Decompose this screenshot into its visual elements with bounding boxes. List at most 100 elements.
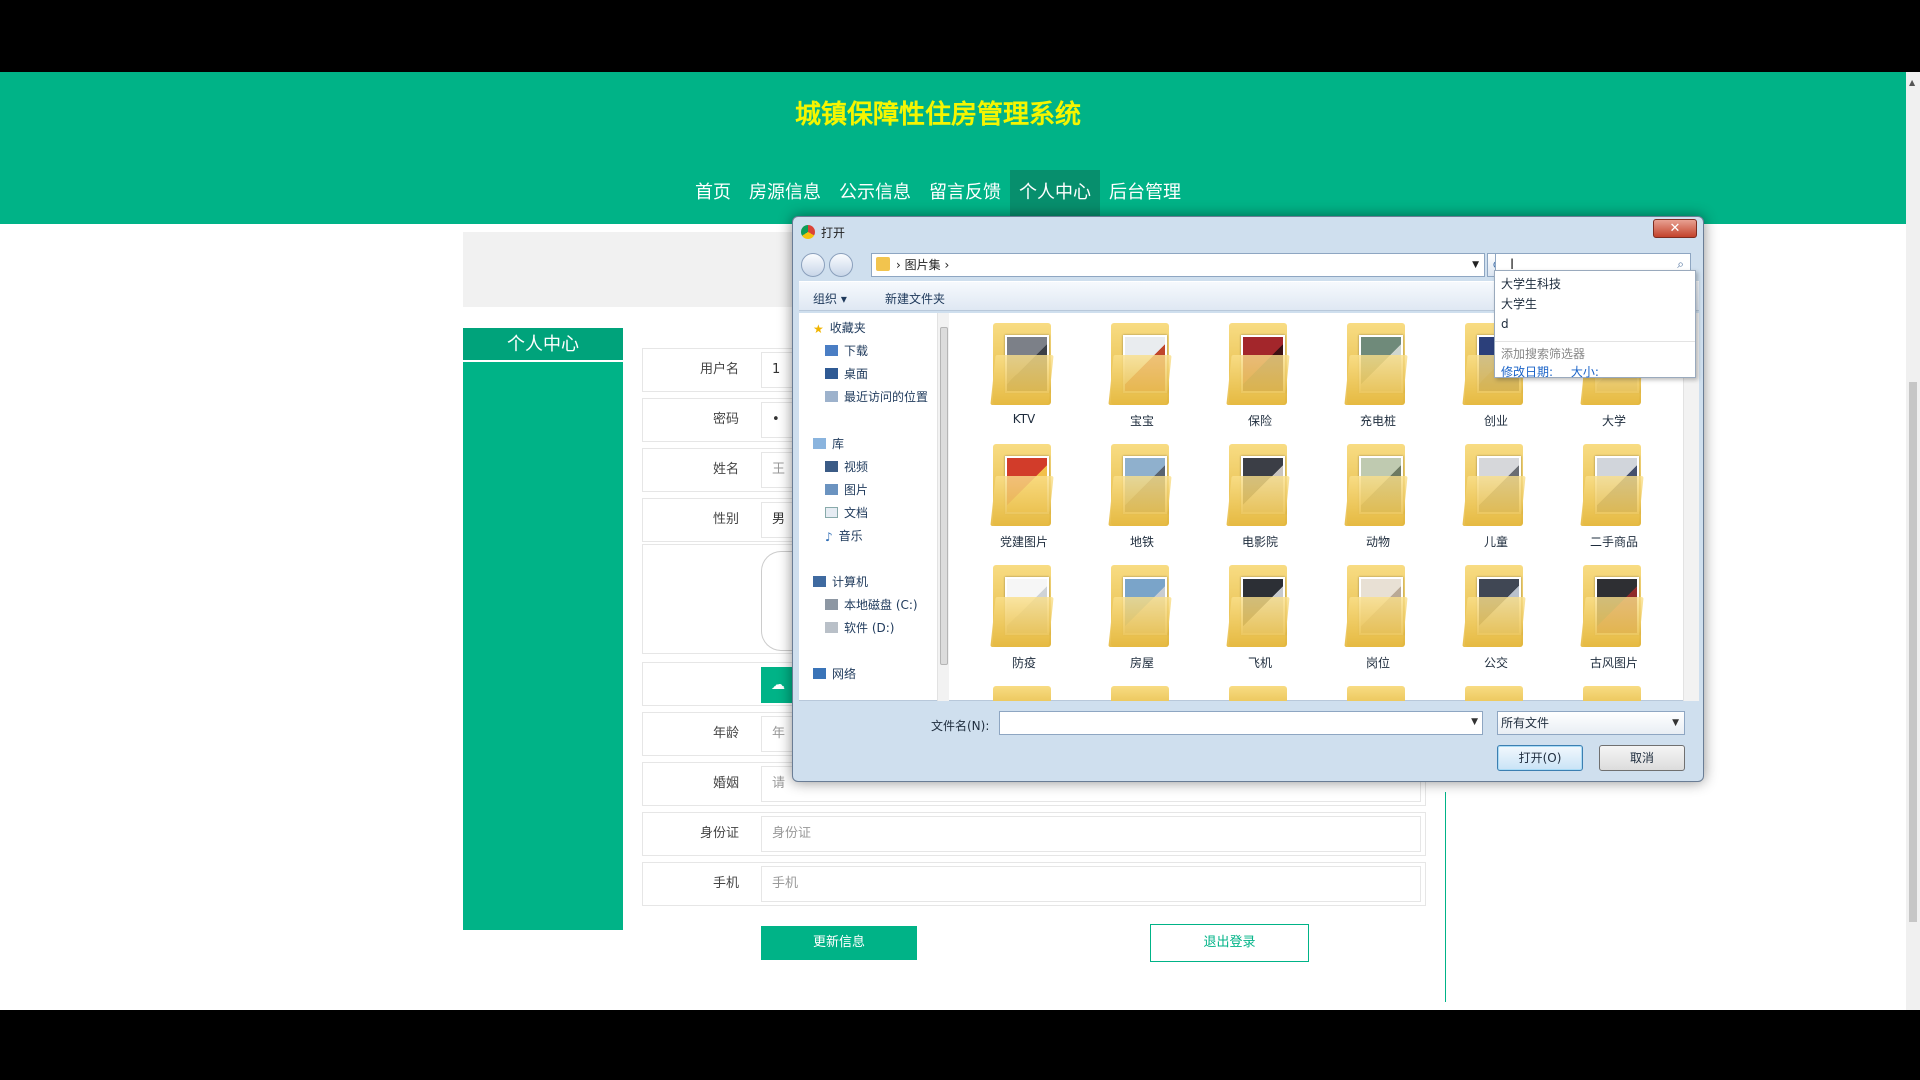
- organize-menu[interactable]: 组织 ▾: [813, 290, 847, 307]
- nav-computer[interactable]: 计算机: [813, 573, 868, 591]
- page-scrollbar[interactable]: ▲: [1906, 72, 1920, 1010]
- nav-personal-center[interactable]: 个人中心: [1010, 170, 1100, 216]
- file-name: 动物: [1365, 535, 1390, 549]
- nav-desktop[interactable]: 桌面: [825, 365, 868, 383]
- nav-videos[interactable]: 视频: [825, 458, 868, 476]
- back-button[interactable]: [801, 253, 825, 277]
- nav-favorites[interactable]: ★ 收藏夹: [813, 319, 866, 337]
- nav-admin[interactable]: 后台管理: [1100, 170, 1190, 216]
- filetype-select[interactable]: 所有文件 ▼: [1497, 711, 1685, 735]
- folder-front-icon: [1344, 597, 1408, 647]
- file-name: 公交: [1483, 656, 1508, 670]
- file-name: 房屋: [1129, 656, 1154, 670]
- dialog-titlebar[interactable]: 打开 ✕: [793, 217, 1703, 247]
- file-name: 电影院: [1241, 535, 1278, 549]
- file-name: 充电桩: [1359, 414, 1396, 428]
- nav-libraries[interactable]: 库: [813, 435, 844, 453]
- nav-pictures[interactable]: 图片: [825, 481, 868, 499]
- document-icon: [825, 507, 838, 518]
- folder-front-icon: [1108, 476, 1172, 526]
- filename-label: 文件名(N):: [931, 719, 990, 733]
- nav-documents[interactable]: 文档: [825, 504, 868, 522]
- nav-music[interactable]: ♪ 音乐: [825, 527, 863, 545]
- filter-date-modified[interactable]: 修改日期:: [1501, 365, 1553, 379]
- file-folder-item[interactable]: 岗位: [1323, 557, 1433, 673]
- filename-input[interactable]: ▼: [999, 711, 1483, 735]
- address-dropdown-icon[interactable]: ▼: [1472, 254, 1479, 276]
- file-name: 二手商品: [1589, 535, 1638, 549]
- file-name: 古风图片: [1589, 656, 1638, 670]
- recent-places-icon: [825, 391, 838, 402]
- phone-label: 手机: [712, 876, 739, 891]
- file-folder-item[interactable]: 党建图片: [969, 436, 1079, 552]
- suggestion-item[interactable]: 大学生科技: [1501, 275, 1561, 293]
- folder-icon[interactable]: [1229, 686, 1287, 701]
- folder-icon[interactable]: [1465, 686, 1523, 701]
- suggestion-item[interactable]: 大学生: [1501, 295, 1537, 313]
- nav-network[interactable]: 网络: [813, 665, 856, 683]
- file-folder-item[interactable]: 地铁: [1087, 436, 1197, 552]
- nav-home[interactable]: 首页: [686, 170, 740, 216]
- folder-icon: [876, 257, 890, 271]
- nav-drive-c[interactable]: 本地磁盘 (C:): [825, 596, 918, 614]
- open-button[interactable]: 打开(O): [1497, 745, 1583, 771]
- nav-feedback[interactable]: 留言反馈: [920, 170, 1010, 216]
- suggestion-item[interactable]: d: [1501, 315, 1509, 333]
- dialog-close-button[interactable]: ✕: [1653, 219, 1697, 238]
- folder-icon[interactable]: [1111, 686, 1169, 701]
- file-folder-item[interactable]: 充电桩: [1323, 315, 1433, 431]
- file-name: 大学: [1601, 414, 1626, 428]
- file-folder-item[interactable]: 房屋: [1087, 557, 1197, 673]
- file-folder-item[interactable]: 电影院: [1205, 436, 1315, 552]
- nav-housing[interactable]: 房源信息: [740, 170, 830, 216]
- file-folder-item[interactable]: 宝宝: [1087, 315, 1197, 431]
- folder-front-icon: [990, 597, 1054, 647]
- nav-drive-d[interactable]: 软件 (D:): [825, 619, 894, 637]
- page-scroll-thumb[interactable]: [1909, 382, 1917, 922]
- folder-icon[interactable]: [1347, 686, 1405, 701]
- phone-input[interactable]: 手机: [761, 866, 1421, 902]
- file-folder-item[interactable]: KTV: [969, 315, 1079, 431]
- logout-button[interactable]: 退出登录: [1150, 924, 1309, 962]
- sidebar-title[interactable]: 个人中心: [463, 328, 623, 362]
- idcard-label: 身份证: [699, 826, 739, 841]
- computer-icon: [813, 576, 826, 587]
- folder-icon[interactable]: [1583, 686, 1641, 701]
- cancel-button[interactable]: 取消: [1599, 745, 1685, 771]
- drive-icon: [825, 599, 838, 610]
- breadcrumb-folder[interactable]: 图片集: [905, 258, 941, 272]
- download-folder-icon: [825, 345, 838, 356]
- file-folder-item[interactable]: 动物: [1323, 436, 1433, 552]
- file-folder-item[interactable]: 公交: [1441, 557, 1551, 673]
- nav-pane-scrollbar[interactable]: [937, 313, 949, 701]
- file-name: 保险: [1247, 414, 1272, 428]
- file-folder-item[interactable]: 古风图片: [1559, 557, 1669, 673]
- gender-label: 性别: [712, 512, 739, 527]
- address-bar[interactable]: › 图片集 › ▼: [871, 253, 1485, 277]
- file-name: 党建图片: [999, 535, 1048, 549]
- folder-icon[interactable]: [993, 686, 1051, 701]
- name-label: 姓名: [712, 462, 739, 477]
- drive-icon: [825, 622, 838, 633]
- nav-notices[interactable]: 公示信息: [830, 170, 920, 216]
- file-folder-item[interactable]: 二手商品: [1559, 436, 1669, 552]
- nav-recent[interactable]: 最近访问的位置: [825, 388, 928, 406]
- file-folder-item[interactable]: 保险: [1205, 315, 1315, 431]
- forward-button[interactable]: [829, 253, 853, 277]
- file-folder-item[interactable]: 儿童: [1441, 436, 1551, 552]
- nav-downloads[interactable]: 下载: [825, 342, 868, 360]
- file-folder-item[interactable]: 飞机: [1205, 557, 1315, 673]
- scroll-up-arrow-icon[interactable]: ▲: [1909, 78, 1915, 87]
- file-folder-item[interactable]: 防疫: [969, 557, 1079, 673]
- site-title: 城镇保障性住房管理系统: [794, 100, 1081, 130]
- folder-front-icon: [1462, 597, 1526, 647]
- folder-front-icon: [1108, 597, 1172, 647]
- filter-size[interactable]: 大小:: [1571, 365, 1599, 379]
- username-label: 用户名: [699, 362, 739, 377]
- idcard-input[interactable]: 身份证: [761, 816, 1421, 852]
- update-info-button[interactable]: 更新信息: [761, 926, 917, 960]
- chevron-down-icon[interactable]: ▼: [1471, 717, 1478, 727]
- folder-front-icon: [990, 476, 1054, 526]
- new-folder-button[interactable]: 新建文件夹: [885, 290, 945, 307]
- nav-pane-scroll-thumb[interactable]: [940, 327, 948, 665]
